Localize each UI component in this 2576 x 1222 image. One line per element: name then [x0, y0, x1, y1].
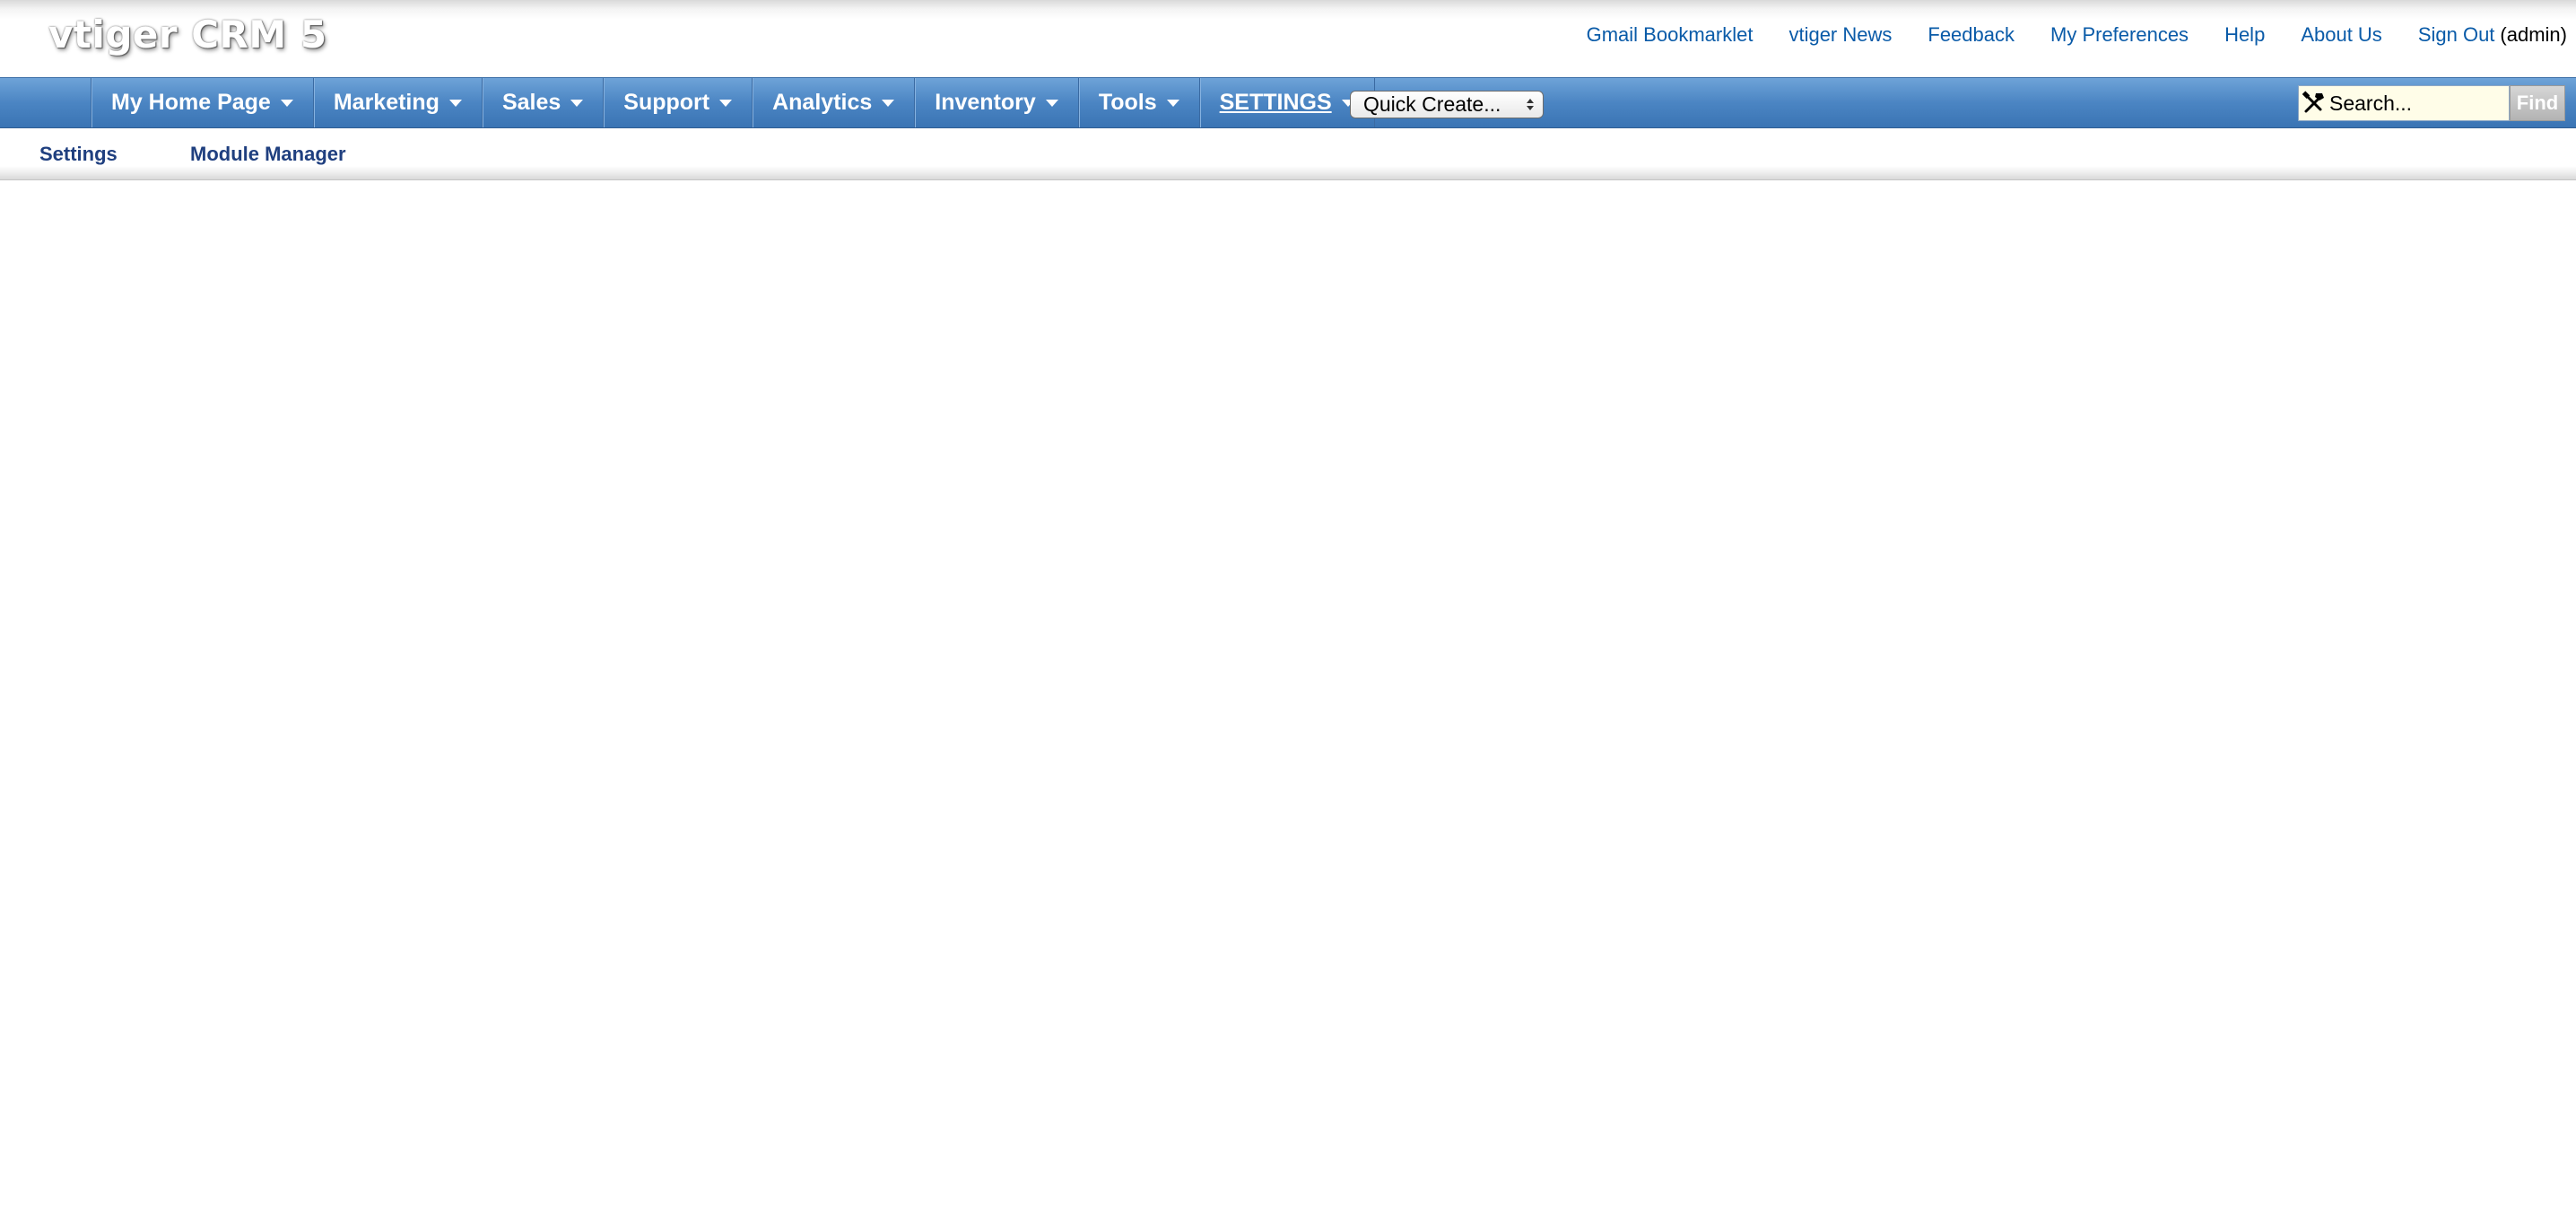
main-nav-bar: My Home Page Marketing Sales Support Ana… [0, 77, 2576, 128]
caret-down-icon [1045, 99, 1058, 107]
main-nav: My Home Page Marketing Sales Support Ana… [91, 78, 1375, 127]
sub-nav: Settings Module Manager [0, 128, 2576, 180]
about-us-link[interactable]: About Us [2301, 23, 2382, 47]
nav-label: SETTINGS [1219, 90, 1332, 115]
nav-my-home-page[interactable]: My Home Page [91, 78, 313, 127]
nav-analytics[interactable]: Analytics [752, 78, 914, 127]
select-arrows-icon [1526, 97, 1535, 113]
nav-label: Marketing [333, 90, 439, 115]
search-box [2298, 85, 2510, 121]
caret-down-icon [1166, 99, 1179, 107]
vtiger-news-link[interactable]: vtiger News [1788, 23, 1892, 47]
app-logo[interactable]: vtiger CRM 5 [48, 13, 327, 57]
nav-marketing[interactable]: Marketing [312, 78, 482, 127]
quick-create-select[interactable]: Quick Create... [1350, 91, 1544, 118]
nav-label: My Home Page [111, 90, 271, 115]
nav-label: Inventory [935, 90, 1036, 115]
nav-label: Analytics [772, 90, 873, 115]
nav-inventory[interactable]: Inventory [914, 78, 1078, 127]
nav-sales[interactable]: Sales [481, 78, 603, 127]
nav-label: Support [623, 90, 710, 115]
sign-out-link[interactable]: Sign Out [2418, 23, 2495, 47]
nav-support[interactable]: Support [603, 78, 752, 127]
nav-label: Sales [501, 90, 561, 115]
top-links: Gmail Bookmarklet vtiger News Feedback M… [1551, 22, 2567, 48]
nav-tools[interactable]: Tools [1077, 78, 1199, 127]
current-user: (admin) [2500, 23, 2567, 46]
help-link[interactable]: Help [2224, 23, 2265, 47]
nav-label: Tools [1098, 90, 1157, 115]
caret-down-icon [280, 99, 293, 107]
tools-icon [2302, 91, 2324, 113]
quick-create-value: Quick Create... [1363, 92, 1501, 116]
caret-down-icon [448, 99, 462, 107]
gmail-bookmarklet-link[interactable]: Gmail Bookmarklet [1587, 23, 1754, 47]
subnav-settings-link[interactable]: Settings [39, 143, 117, 166]
my-preferences-link[interactable]: My Preferences [2050, 23, 2189, 47]
find-button[interactable]: Find [2510, 85, 2565, 121]
feedback-link[interactable]: Feedback [1928, 23, 2015, 47]
caret-down-icon [570, 99, 584, 107]
top-header: vtiger CRM 5 Gmail Bookmarklet vtiger Ne… [0, 0, 2576, 77]
search-input[interactable] [2328, 91, 2500, 116]
nav-settings[interactable]: SETTINGS [1198, 78, 1375, 127]
caret-down-icon [719, 99, 733, 107]
caret-down-icon [882, 99, 895, 107]
subnav-module-manager-link[interactable]: Module Manager [190, 143, 346, 166]
main-content [0, 180, 2576, 1222]
